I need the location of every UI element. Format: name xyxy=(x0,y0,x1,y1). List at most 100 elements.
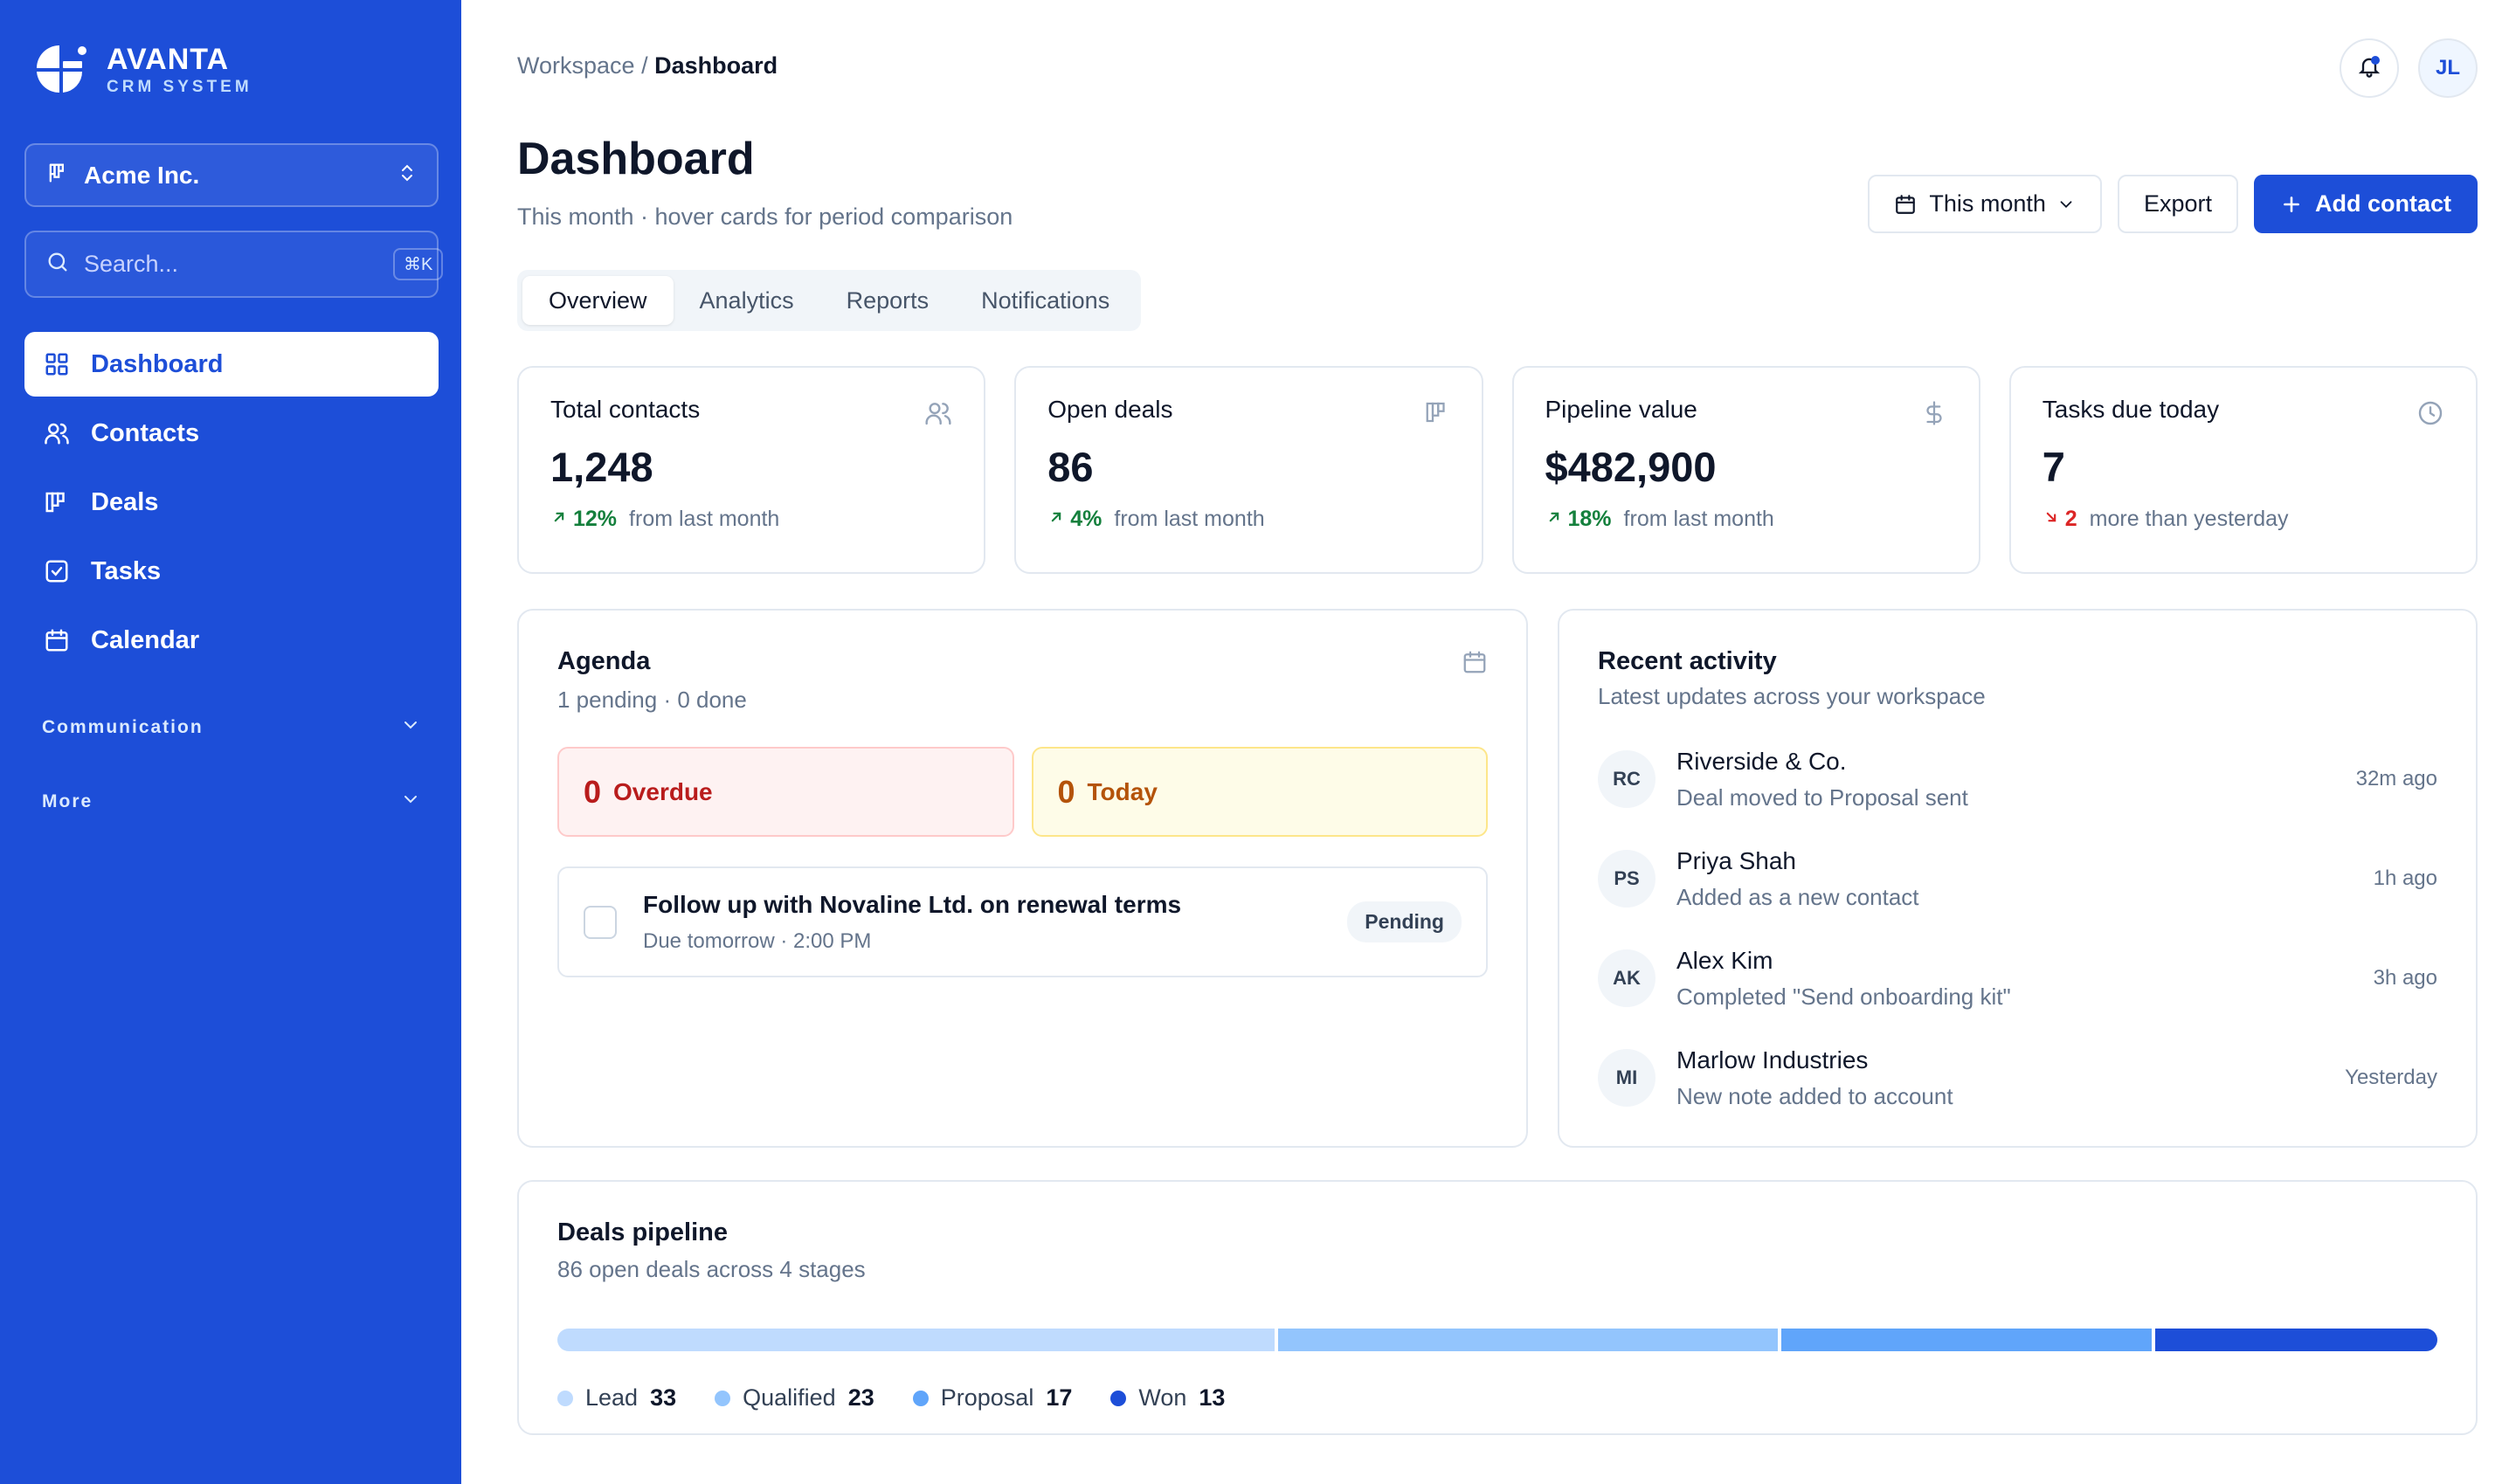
activity-time: Yesterday xyxy=(2345,1066,2437,1089)
tab-reports[interactable]: Reports xyxy=(820,276,956,325)
status-badge: Pending xyxy=(1347,901,1462,942)
tab-analytics[interactable]: Analytics xyxy=(674,276,820,325)
activity-title: Recent activity xyxy=(1598,647,1777,675)
activity-name: Marlow Industries xyxy=(1676,1046,1869,1073)
activity-desc: Added as a new contact xyxy=(1676,883,1919,910)
legend-dot xyxy=(557,1390,573,1406)
kpi-delta-value: 2 xyxy=(2064,507,2077,531)
today-filter[interactable]: 0 Today xyxy=(1031,747,1488,837)
kpi-delta-text: more than yesterday xyxy=(2089,507,2289,531)
users-icon xyxy=(924,399,952,431)
legend-item-lead: Lead 33 xyxy=(557,1384,676,1412)
kpi-card-total-contacts[interactable]: Total contacts 1,248 12% from last month xyxy=(517,366,986,574)
pipeline-legend: Lead 33 Qualified 23 Proposal 17 Won 13 xyxy=(557,1384,2437,1412)
search-icon xyxy=(45,250,70,279)
pipeline-segment-proposal[interactable] xyxy=(1781,1329,2152,1351)
grid-icon xyxy=(42,349,72,379)
activity-item[interactable]: RC Riverside & Co. Deal moved to Proposa… xyxy=(1598,729,2437,829)
notification-dot xyxy=(2371,56,2380,65)
tab-notifications[interactable]: Notifications xyxy=(955,276,1136,325)
kpi-card-open-deals[interactable]: Open deals 86 4% from last month xyxy=(1014,366,1483,574)
header-actions: This month Export Add contact xyxy=(1868,175,2478,233)
pipeline-segment-won[interactable] xyxy=(2154,1329,2437,1351)
kpi-card-tasks-due[interactable]: Tasks due today 7 2 more than yesterday xyxy=(2008,366,2478,574)
sidebar-item-label: Deals xyxy=(91,487,159,516)
period-label: This month xyxy=(1929,190,2046,217)
breadcrumb-separator: / xyxy=(641,52,648,79)
activity-item[interactable]: MI Marlow Industries New note added to a… xyxy=(1598,1028,2437,1128)
overdue-filter[interactable]: 0 Overdue xyxy=(557,747,1014,837)
clock-icon xyxy=(2416,399,2444,431)
sidebar-search[interactable]: ⌘K xyxy=(24,231,444,298)
kpi-value: 1,248 xyxy=(550,444,653,490)
kpi-card-pipeline-value[interactable]: Pipeline value $482,900 18% from last mo… xyxy=(1511,366,1980,574)
sidebar-item-label: Tasks xyxy=(91,556,162,585)
tab-bar: Overview Analytics Reports Notifications xyxy=(517,270,1142,331)
task-due: Due tomorrow · 2:00 PM xyxy=(643,928,872,953)
chevron-down-icon xyxy=(2056,195,2076,214)
kpi-delta-text: from last month xyxy=(629,507,780,531)
brand[interactable]: AVANTA CRM SYSTEM xyxy=(33,42,252,98)
pipeline-segment-qualified[interactable] xyxy=(1278,1329,1779,1351)
breadcrumb-parent[interactable]: Workspace xyxy=(517,52,635,79)
calendar-icon[interactable] xyxy=(1462,649,1488,680)
legend-count: 23 xyxy=(847,1384,874,1411)
kpi-label: Pipeline value xyxy=(1545,396,1697,423)
sidebar: AVANTA CRM SYSTEM Acme Inc. ⌘K Dashboard xyxy=(0,0,461,1484)
legend-count: 17 xyxy=(1046,1384,1073,1411)
sidebar-item-contacts[interactable]: Contacts xyxy=(24,401,439,466)
brand-logo-icon xyxy=(33,42,89,98)
org-name: Acme Inc. xyxy=(84,161,200,189)
activity-name: Alex Kim xyxy=(1676,946,1773,974)
kpi-label: Tasks due today xyxy=(2042,396,2220,423)
activity-time: 3h ago xyxy=(2373,966,2437,990)
activity-subtitle: Latest updates across your workspace xyxy=(1598,683,1986,709)
org-switcher[interactable]: Acme Inc. xyxy=(24,143,439,207)
task-title: Follow up with Novaline Ltd. on renewal … xyxy=(643,890,1182,918)
search-input[interactable] xyxy=(84,251,393,278)
period-select-button[interactable]: This month xyxy=(1868,175,2102,233)
legend-count: 13 xyxy=(1199,1384,1226,1411)
sidebar-section-communication[interactable]: Communication xyxy=(42,714,421,741)
avatar: PS xyxy=(1598,850,1655,908)
legend-item-proposal: Proposal 17 xyxy=(912,1384,1073,1412)
pipeline-segment-lead[interactable] xyxy=(557,1329,1275,1351)
sidebar-item-label: Contacts xyxy=(91,418,200,447)
top-actions: JL xyxy=(2340,38,2478,98)
kpi-delta-text: from last month xyxy=(1623,507,1774,531)
legend-dot xyxy=(912,1390,929,1406)
chevron-down-icon xyxy=(400,714,421,741)
pipeline-title: Deals pipeline xyxy=(557,1218,729,1246)
sidebar-item-dashboard[interactable]: Dashboard xyxy=(24,332,439,397)
recent-activity-panel: Recent activity Latest updates across yo… xyxy=(1558,609,2478,1148)
brand-subtitle: CRM SYSTEM xyxy=(107,78,252,96)
task-checkbox[interactable] xyxy=(584,905,617,939)
activity-item[interactable]: AK Alex Kim Completed "Send onboarding k… xyxy=(1598,928,2437,1028)
main-content: Workspace / Dashboard JL Dashboard This … xyxy=(461,0,2516,1484)
sidebar-item-calendar[interactable]: Calendar xyxy=(24,608,439,673)
activity-item[interactable]: PS Priya Shah Added as a new contact 1h … xyxy=(1598,829,2437,928)
kpi-delta: 2 more than yesterday xyxy=(2043,507,2444,532)
avatar[interactable]: JL xyxy=(2418,38,2478,98)
kanban-icon xyxy=(1424,399,1450,430)
task-item[interactable]: Follow up with Novaline Ltd. on renewal … xyxy=(557,866,1488,977)
kpi-value: $482,900 xyxy=(1545,444,1717,490)
notifications-button[interactable] xyxy=(2340,38,2399,98)
kpi-value: 7 xyxy=(2042,444,2065,490)
sidebar-item-label: Calendar xyxy=(91,625,200,654)
calendar-icon xyxy=(1894,193,1917,216)
pipeline-subtitle: 86 open deals across 4 stages xyxy=(557,1256,866,1282)
kpi-delta: 4% from last month xyxy=(1047,507,1449,532)
add-contact-button[interactable]: Add contact xyxy=(2253,175,2478,233)
legend-label: Won xyxy=(1138,1384,1187,1411)
sidebar-item-tasks[interactable]: Tasks xyxy=(24,539,439,604)
sidebar-item-deals[interactable]: Deals xyxy=(24,470,439,535)
search-shortcut: ⌘K xyxy=(393,248,444,280)
activity-time: 32m ago xyxy=(2355,767,2437,790)
tab-overview[interactable]: Overview xyxy=(522,276,674,325)
kpi-delta: 18% from last month xyxy=(1545,507,1947,532)
avatar: MI xyxy=(1598,1049,1655,1107)
activity-time: 1h ago xyxy=(2373,866,2437,890)
export-button[interactable]: Export xyxy=(2117,175,2238,233)
sidebar-section-more[interactable]: More xyxy=(42,789,421,815)
